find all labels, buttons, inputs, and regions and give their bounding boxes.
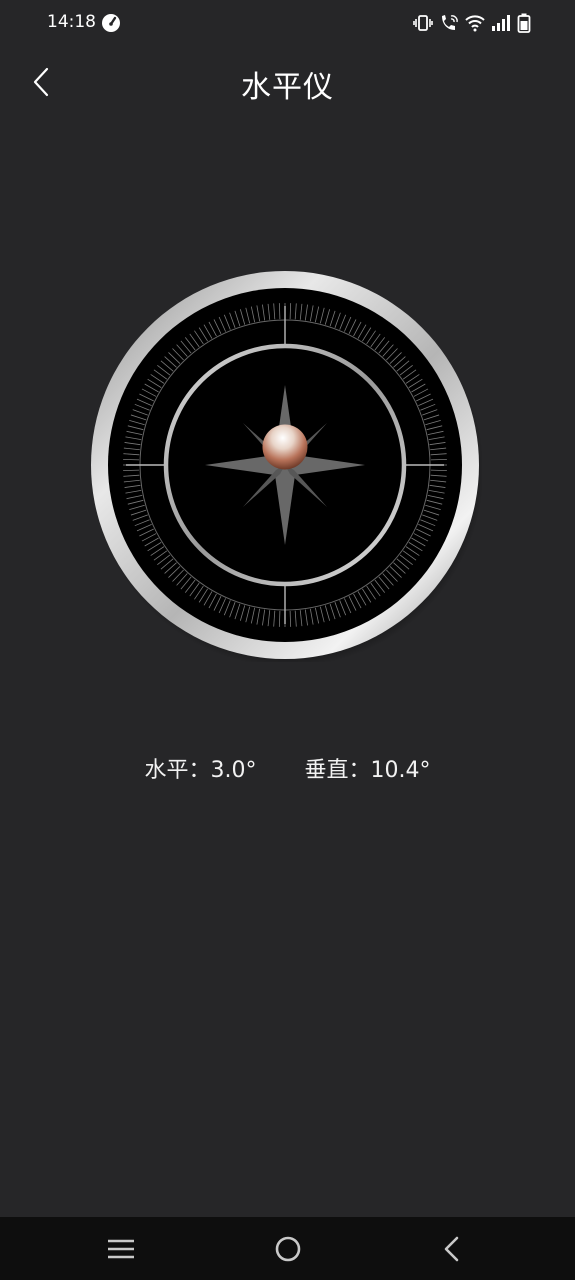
dial-tick — [289, 303, 292, 320]
menu-icon — [108, 1239, 134, 1259]
status-time: 14:18 — [47, 12, 96, 32]
dial-tick — [123, 458, 140, 461]
vibrate-icon — [413, 15, 433, 31]
level-readings: 水平：3.0° 垂直：10.4° — [0, 752, 575, 788]
app-header: 水平仪 — [0, 50, 575, 116]
wifi-calling-icon — [442, 15, 458, 30]
status-icons — [413, 12, 531, 34]
vertical-reading: 垂直：10.4° — [305, 752, 431, 788]
signal-icon — [492, 15, 510, 31]
level-bubble — [262, 424, 308, 470]
battery-icon — [517, 13, 531, 33]
home-icon — [275, 1236, 301, 1262]
dial-tick — [430, 469, 447, 472]
back-icon — [444, 1236, 459, 1262]
nav-home-button[interactable] — [266, 1229, 310, 1269]
wifi-icon — [465, 15, 485, 32]
nav-back-button[interactable] — [430, 1229, 474, 1269]
vertical-label: 垂直： — [304, 758, 371, 783]
dial-tick — [278, 610, 281, 627]
horizontal-value: 3.0° — [210, 758, 257, 783]
vertical-value: 10.4° — [370, 758, 431, 783]
speedometer-icon — [102, 14, 120, 32]
dial-tick — [278, 303, 281, 320]
dial-tick — [123, 469, 140, 472]
nav-menu-button[interactable] — [99, 1229, 143, 1269]
horizontal-label: 水平： — [144, 758, 211, 783]
status-bar: 14:18 — [0, 0, 575, 46]
page-title: 水平仪 — [241, 70, 334, 105]
level-gauge — [91, 271, 482, 662]
dial-tick — [430, 458, 447, 461]
horizontal-reading: 水平：3.0° — [144, 752, 256, 788]
system-nav-bar — [0, 1217, 575, 1280]
dial-tick — [289, 610, 292, 627]
